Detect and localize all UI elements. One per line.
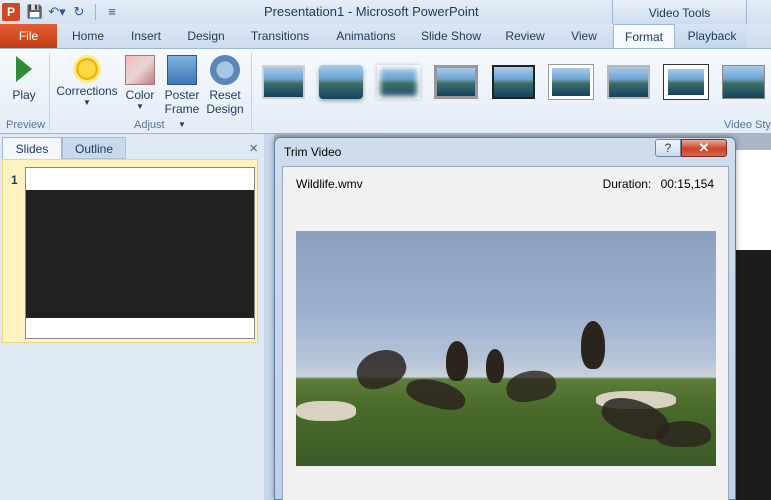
reset-design-button[interactable]: Reset Design <box>205 53 245 116</box>
video-styles-group-label: Video Sty <box>724 119 771 131</box>
ribbon-tabs: File Home Insert Design Transitions Anim… <box>0 24 771 49</box>
video-filename: Wildlife.wmv <box>296 177 363 191</box>
slides-panel: Slides Outline × 1 <box>0 134 264 500</box>
undo-icon[interactable]: ↶▾ <box>48 3 66 21</box>
tab-playback[interactable]: Playback <box>680 24 744 48</box>
slide-video-area <box>735 250 771 500</box>
tab-file[interactable]: File <box>0 24 57 48</box>
play-icon <box>16 56 32 82</box>
color-button[interactable]: Color ▼ <box>122 53 158 111</box>
window-title: Presentation1 - Microsoft PowerPoint <box>264 4 479 19</box>
powerpoint-app-icon[interactable]: P <box>2 3 20 21</box>
video-tools-header: Video Tools <box>612 0 747 24</box>
video-style-thumb[interactable] <box>721 65 765 99</box>
reset-design-icon <box>210 55 240 85</box>
poster-frame-button[interactable]: Poster Frame ▼ <box>161 53 203 130</box>
title-bar: P 💾 ↶▾ ↻ ≡ Presentation1 - Microsoft Pow… <box>0 0 771 24</box>
tab-design[interactable]: Design <box>180 24 232 48</box>
video-style-thumb[interactable] <box>549 65 593 99</box>
video-style-thumb[interactable] <box>434 65 478 99</box>
video-styles-gallery <box>256 53 771 119</box>
play-button[interactable]: Play <box>6 53 42 102</box>
save-icon[interactable]: 💾 <box>26 3 44 21</box>
video-style-thumb[interactable] <box>606 65 651 99</box>
tab-transitions[interactable]: Transitions <box>245 24 315 48</box>
video-style-thumb[interactable] <box>262 65 306 99</box>
slide-video-placeholder <box>26 190 254 318</box>
slide-thumbnail-row[interactable]: 1 <box>2 159 258 343</box>
close-button[interactable]: ✕ <box>681 139 727 157</box>
slide-number: 1 <box>11 173 18 187</box>
panel-splitter[interactable] <box>264 134 274 500</box>
quick-access-toolbar: 💾 ↶▾ ↻ ≡ <box>26 3 121 21</box>
video-preview[interactable] <box>296 231 716 466</box>
ribbon: Play Preview Corrections ▼ Color ▼ Poste… <box>0 48 771 134</box>
poster-frame-icon <box>167 55 197 85</box>
panel-tabs: Slides Outline × <box>0 137 264 159</box>
close-panel-icon[interactable]: × <box>249 140 258 157</box>
color-icon <box>125 55 155 85</box>
tab-home[interactable]: Home <box>62 24 114 48</box>
chevron-down-icon: ▼ <box>83 98 91 107</box>
tab-review[interactable]: Review <box>500 24 550 48</box>
group-separator <box>49 53 50 131</box>
video-rock <box>296 401 356 421</box>
tab-view[interactable]: View <box>562 24 606 48</box>
video-style-thumb[interactable] <box>319 65 363 99</box>
chevron-down-icon: ▼ <box>136 102 144 111</box>
tab-slide-show[interactable]: Slide Show <box>416 24 486 48</box>
dialog-body: Wildlife.wmv Duration: 00:15,154 <box>282 166 729 500</box>
corrections-button[interactable]: Corrections ▼ <box>56 53 118 107</box>
video-bird <box>446 341 468 381</box>
group-separator <box>251 53 252 131</box>
video-style-thumb[interactable] <box>376 65 421 99</box>
tab-slides[interactable]: Slides <box>2 137 62 159</box>
video-style-thumb[interactable] <box>491 65 536 99</box>
corrections-sun-icon <box>76 58 98 80</box>
customize-qat-icon[interactable]: ≡ <box>103 3 121 21</box>
preview-group-label: Preview <box>6 119 46 131</box>
redo-icon[interactable]: ↻ <box>70 3 88 21</box>
tab-outline[interactable]: Outline <box>62 137 126 159</box>
video-bird <box>581 321 605 369</box>
tab-format[interactable]: Format <box>613 24 675 49</box>
tab-insert[interactable]: Insert <box>120 24 172 48</box>
video-bird <box>351 343 411 395</box>
adjust-group-label: Adjust <box>134 119 165 131</box>
chevron-down-icon: ▼ <box>178 120 186 129</box>
video-bird <box>503 366 559 406</box>
video-style-thumb[interactable] <box>664 65 708 99</box>
slide-thumbnail[interactable] <box>25 167 255 339</box>
tab-animations[interactable]: Animations <box>330 24 402 48</box>
qat-separator <box>95 4 96 20</box>
video-duration: Duration: 00:15,154 <box>602 177 714 191</box>
video-bird <box>656 421 711 447</box>
video-bird <box>486 349 504 383</box>
dialog-title: Trim Video <box>284 145 342 159</box>
help-button[interactable]: ? <box>655 139 681 157</box>
trim-video-dialog: Trim Video ? ✕ Wildlife.wmv Duration: 00… <box>274 137 736 500</box>
